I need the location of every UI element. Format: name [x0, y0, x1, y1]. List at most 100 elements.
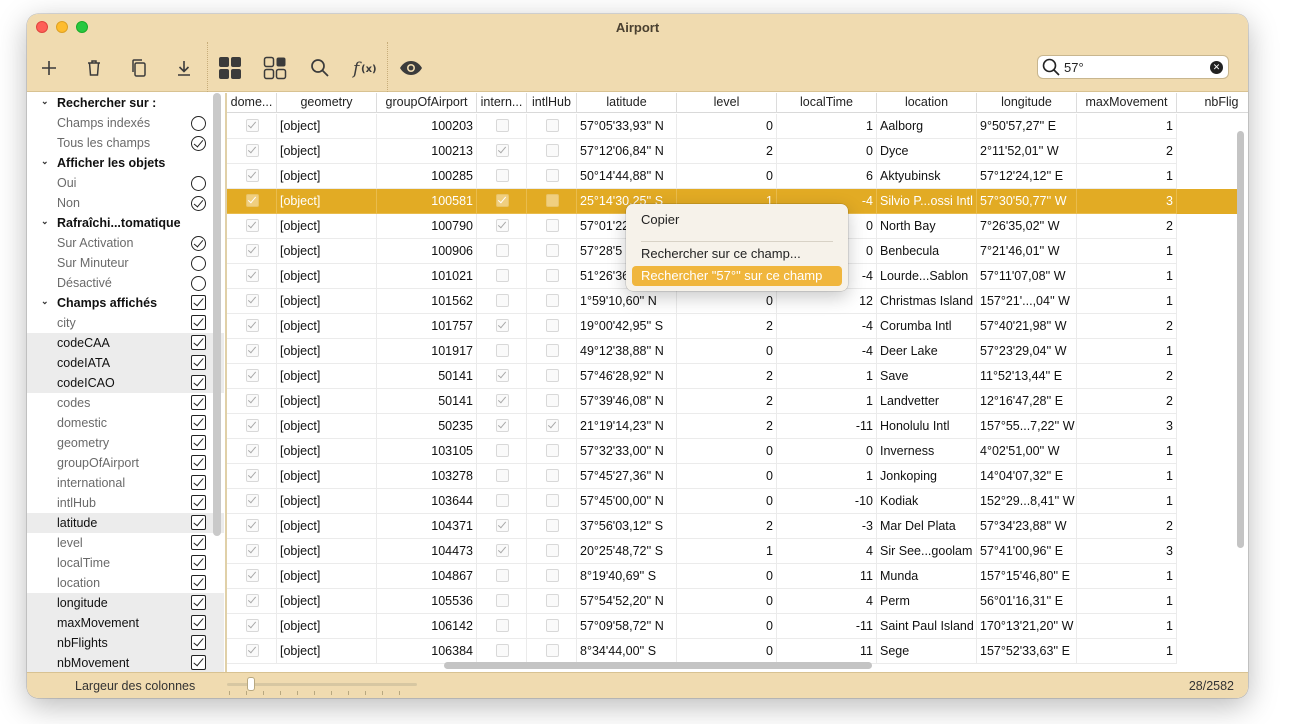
table-cell-checkbox[interactable] — [527, 439, 577, 464]
table-cell[interactable]: Inverness — [877, 439, 977, 464]
field-checkbox[interactable] — [191, 395, 206, 410]
table-cell[interactable]: 1 — [1077, 589, 1177, 614]
sidebar-field-item[interactable]: codeIATA — [27, 353, 224, 373]
sidebar-radio-option[interactable]: Désactivé — [27, 273, 224, 293]
table-cell-checkbox[interactable] — [227, 239, 277, 264]
column-header[interactable]: longitude — [977, 93, 1077, 113]
table-cell[interactable]: 2 — [1077, 139, 1177, 164]
table-cell[interactable]: [object] — [277, 339, 377, 364]
table-cell-checkbox[interactable] — [527, 114, 577, 139]
table-cell-checkbox[interactable] — [227, 164, 277, 189]
checkbox-unchecked[interactable] — [495, 444, 509, 457]
checkbox-checked[interactable] — [245, 119, 259, 132]
table-cell[interactable]: [object] — [277, 564, 377, 589]
table-cell-checkbox[interactable] — [477, 539, 527, 564]
table-cell[interactable]: [object] — [277, 439, 377, 464]
checkbox-checked[interactable] — [245, 644, 259, 657]
horizontal-scrollbar[interactable] — [444, 662, 872, 669]
table-cell-checkbox[interactable] — [527, 614, 577, 639]
column-width-slider[interactable] — [227, 677, 417, 695]
checkbox-unchecked[interactable] — [495, 594, 509, 607]
table-cell[interactable]: 11°52'13,44'' E — [977, 364, 1077, 389]
field-checkbox[interactable] — [191, 455, 206, 470]
table-cell[interactable]: Sege — [877, 639, 977, 664]
checkbox-checked[interactable] — [495, 394, 509, 407]
table-cell[interactable]: -10 — [777, 489, 877, 514]
table-cell[interactable]: 57°12'06,84'' N — [577, 139, 677, 164]
checkbox-unchecked[interactable] — [545, 494, 559, 507]
table-cell[interactable]: 3 — [1077, 189, 1177, 214]
table-cell[interactable]: [object] — [277, 639, 377, 664]
checkbox-checked[interactable] — [495, 219, 509, 232]
table-cell[interactable]: 56°01'16,31'' E — [977, 589, 1077, 614]
field-checkbox[interactable] — [191, 315, 206, 330]
sidebar-field-item[interactable]: groupOfAirport — [27, 453, 224, 473]
checkbox-unchecked[interactable] — [495, 269, 509, 282]
table-cell[interactable]: 4 — [777, 539, 877, 564]
field-checkbox[interactable] — [191, 415, 206, 430]
table-cell[interactable]: 8°34'44,00'' S — [577, 639, 677, 664]
column-header[interactable]: maxMovement — [1077, 93, 1177, 113]
table-row[interactable]: [object] 106142 57°09'58,72'' N 0 -11 Saint P… — [227, 614, 1237, 639]
table-cell-checkbox[interactable] — [477, 439, 527, 464]
table-row[interactable]: [object] 105536 57°54'52,20'' N 0 4 Perm 56°01… — [227, 589, 1237, 614]
checkbox-unchecked[interactable] — [545, 144, 559, 157]
table-row[interactable]: [object] 101917 49°12'38,88'' N 0 -4 Deer Lak… — [227, 339, 1237, 364]
column-header[interactable]: geometry — [277, 93, 377, 113]
table-cell[interactable]: 57°32'33,00'' N — [577, 439, 677, 464]
checkbox-unchecked[interactable] — [545, 319, 559, 332]
table-cell-checkbox[interactable] — [477, 139, 527, 164]
table-cell[interactable]: 100285 — [377, 164, 477, 189]
table-cell-checkbox[interactable] — [477, 339, 527, 364]
table-cell[interactable]: 4°02'51,00'' W — [977, 439, 1077, 464]
field-checkbox[interactable] — [191, 535, 206, 550]
column-header[interactable]: latitude — [577, 93, 677, 113]
checkbox-unchecked[interactable] — [545, 569, 559, 582]
table-cell[interactable]: 3 — [1077, 414, 1177, 439]
table-cell-checkbox[interactable] — [477, 564, 527, 589]
checkbox-checked[interactable] — [495, 369, 509, 382]
table-cell-checkbox[interactable] — [227, 489, 277, 514]
table-cell-checkbox[interactable] — [477, 639, 527, 664]
table-cell[interactable]: Silvio P...ossi Intl — [877, 189, 977, 214]
field-checkbox[interactable] — [191, 615, 206, 630]
table-cell-checkbox[interactable] — [527, 189, 577, 214]
table-cell-checkbox[interactable] — [477, 114, 527, 139]
table-row[interactable]: [object] 100203 57°05'33,93'' N 0 1 Aalborg 9°… — [227, 114, 1237, 139]
checkbox-unchecked[interactable] — [545, 394, 559, 407]
table-row[interactable]: [object] 100213 57°12'06,84'' N 2 0 Dyce 2°11'… — [227, 139, 1237, 164]
table-cell[interactable]: 1 — [777, 364, 877, 389]
table-cell[interactable]: 157°52'33,63'' E — [977, 639, 1077, 664]
table-cell-checkbox[interactable] — [527, 464, 577, 489]
table-cell-checkbox[interactable] — [477, 514, 527, 539]
table-cell[interactable]: 2 — [677, 414, 777, 439]
sidebar-field-item[interactable]: codes — [27, 393, 224, 413]
table-row[interactable]: [object] 103644 57°45'00,00'' N 0 -10 Kodiak 1… — [227, 489, 1237, 514]
table-cell[interactable]: 14°04'07,32'' E — [977, 464, 1077, 489]
grid-view-button[interactable] — [216, 54, 244, 82]
checkbox-checked[interactable] — [495, 144, 509, 157]
table-cell[interactable]: 12°16'47,28'' E — [977, 389, 1077, 414]
table-row[interactable]: [object] 100285 50°14'44,88'' N 0 6 Aktyubins… — [227, 164, 1237, 189]
table-cell[interactable]: 101917 — [377, 339, 477, 364]
table-cell[interactable]: 57°11'07,08'' W — [977, 264, 1077, 289]
table-cell-checkbox[interactable] — [227, 114, 277, 139]
table-cell[interactable]: 1 — [777, 114, 877, 139]
table-cell[interactable]: 0 — [677, 464, 777, 489]
checkbox-checked[interactable] — [245, 619, 259, 632]
table-cell[interactable]: 3 — [1077, 539, 1177, 564]
checkbox-unchecked[interactable] — [545, 294, 559, 307]
table-cell[interactable]: 0 — [677, 564, 777, 589]
table-cell-checkbox[interactable] — [527, 389, 577, 414]
table-cell[interactable]: 100906 — [377, 239, 477, 264]
table-cell-checkbox[interactable] — [227, 264, 277, 289]
table-cell[interactable]: 103644 — [377, 489, 477, 514]
table-cell-checkbox[interactable] — [227, 589, 277, 614]
table-cell-checkbox[interactable] — [227, 514, 277, 539]
table-row[interactable]: [object] 106384 8°34'44,00'' S 0 11 Sege 157°5… — [227, 639, 1237, 664]
column-header[interactable]: intern... — [477, 93, 527, 113]
table-cell[interactable]: 57°39'46,08'' N — [577, 389, 677, 414]
table-cell-checkbox[interactable] — [527, 539, 577, 564]
chevron-down-icon[interactable]: ⌄ — [41, 96, 49, 107]
checkbox-checked[interactable] — [545, 419, 559, 432]
